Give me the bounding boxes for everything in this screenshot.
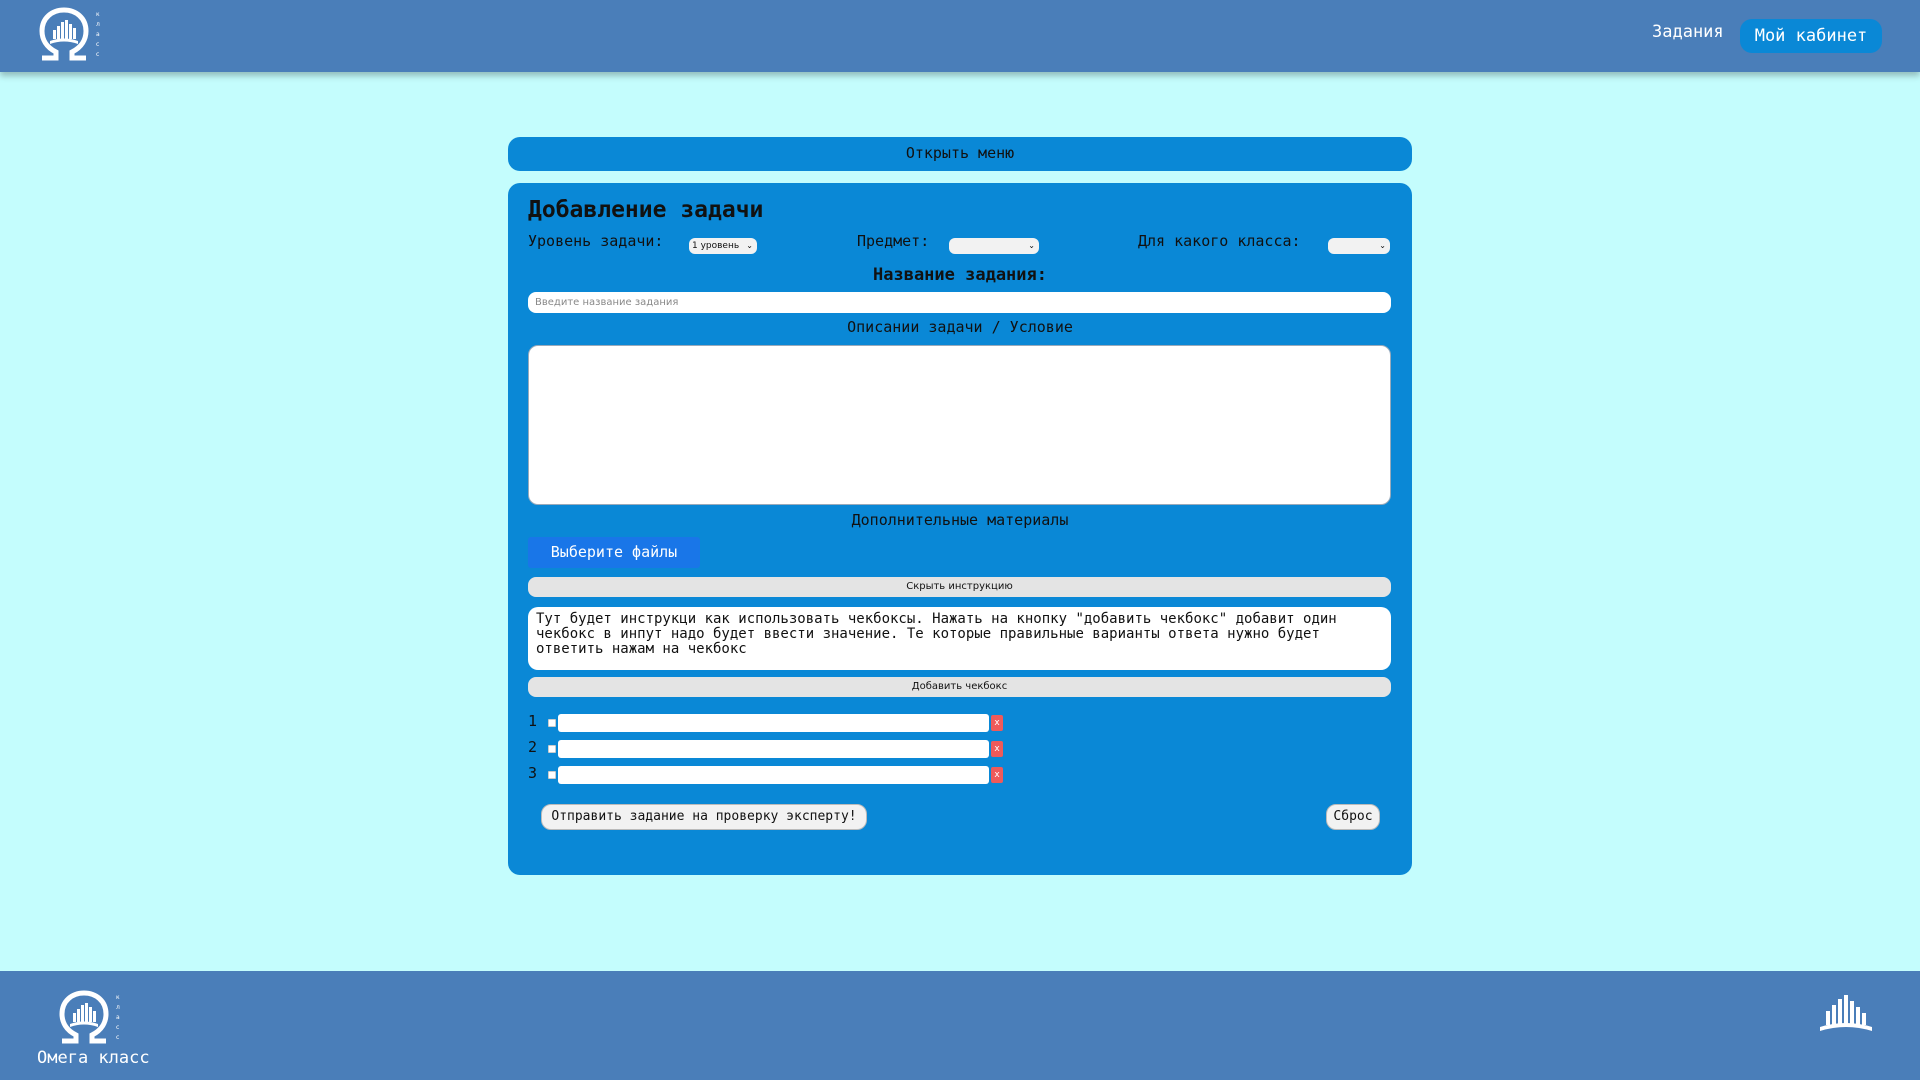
footer-site-name: Омега класс	[37, 1048, 150, 1068]
svg-text:а: а	[116, 1014, 120, 1021]
reset-button[interactable]: Сброс	[1326, 804, 1380, 830]
top-header: класс Задания Мой кабинет	[0, 0, 1920, 72]
form-title: Добавление задачи	[528, 197, 764, 223]
checkbox-number: 3	[528, 764, 538, 782]
class-label: Для какого класса:	[1138, 232, 1301, 250]
svg-text:с: с	[96, 51, 99, 58]
materials-label: Дополнительные материалы	[851, 511, 1069, 529]
chevron-down-icon: ⌄	[1028, 241, 1035, 250]
omega-logo-icon: класс	[59, 990, 120, 1044]
svg-text:а: а	[96, 31, 100, 38]
submit-task-button[interactable]: Отправить задание на проверку эксперту!	[541, 804, 867, 830]
checkbox-number: 1	[528, 712, 538, 730]
nav-tasks-link[interactable]: Задания	[1652, 22, 1724, 42]
add-task-form: Добавление задачи Уровень задачи: 1 уров…	[508, 183, 1412, 875]
delete-checkbox-button[interactable]: x	[991, 741, 1003, 757]
instruction-text: Тут будет инструкци как использовать чек…	[528, 607, 1391, 670]
subject-label: Предмет:	[857, 232, 930, 250]
nav-cabinet-button[interactable]: Мой кабинет	[1740, 19, 1882, 53]
description-textarea[interactable]	[528, 345, 1391, 505]
add-checkbox-button[interactable]: Добавить чекбокс	[528, 677, 1391, 697]
chevron-down-icon: ⌄	[746, 241, 753, 250]
task-name-input[interactable]: Введите название задания	[528, 292, 1391, 313]
svg-text:к: к	[96, 11, 100, 18]
book-columns-icon	[1820, 995, 1872, 1031]
answer-input[interactable]	[558, 714, 989, 732]
choose-files-button[interactable]: Выберите файлы	[528, 537, 700, 568]
task-name-label: Название задания:	[873, 265, 1047, 285]
description-label: Описании задачи / Условие	[847, 318, 1073, 336]
svg-text:с: с	[116, 1024, 119, 1031]
delete-checkbox-button[interactable]: x	[991, 767, 1003, 783]
svg-text:с: с	[116, 1034, 119, 1041]
delete-checkbox-button[interactable]: x	[991, 715, 1003, 731]
omega-logo-icon[interactable]: класс	[36, 6, 106, 64]
chevron-down-icon: ⌄	[1379, 241, 1386, 250]
level-label: Уровень задачи:	[528, 232, 664, 250]
svg-text:с: с	[96, 41, 99, 48]
svg-text:л: л	[96, 21, 100, 28]
answer-checkbox[interactable]	[548, 719, 556, 727]
answer-input[interactable]	[558, 766, 989, 784]
answer-checkbox[interactable]	[548, 771, 556, 779]
hide-instruction-button[interactable]: Скрыть инструкцию	[528, 577, 1391, 597]
answer-input[interactable]	[558, 740, 989, 758]
svg-text:л: л	[116, 1004, 120, 1011]
class-select[interactable]: ⌄	[1328, 238, 1390, 254]
level-select-value: 1 уровень	[692, 241, 740, 251]
svg-text:к: к	[116, 994, 120, 1001]
footer: класс Омега класс	[0, 971, 1920, 1080]
subject-select[interactable]: ⌄	[949, 238, 1039, 254]
checkbox-number: 2	[528, 738, 538, 756]
answer-checkbox[interactable]	[548, 745, 556, 753]
open-menu-button[interactable]: Открыть меню	[508, 137, 1412, 171]
level-select[interactable]: 1 уровень ⌄	[689, 238, 757, 254]
